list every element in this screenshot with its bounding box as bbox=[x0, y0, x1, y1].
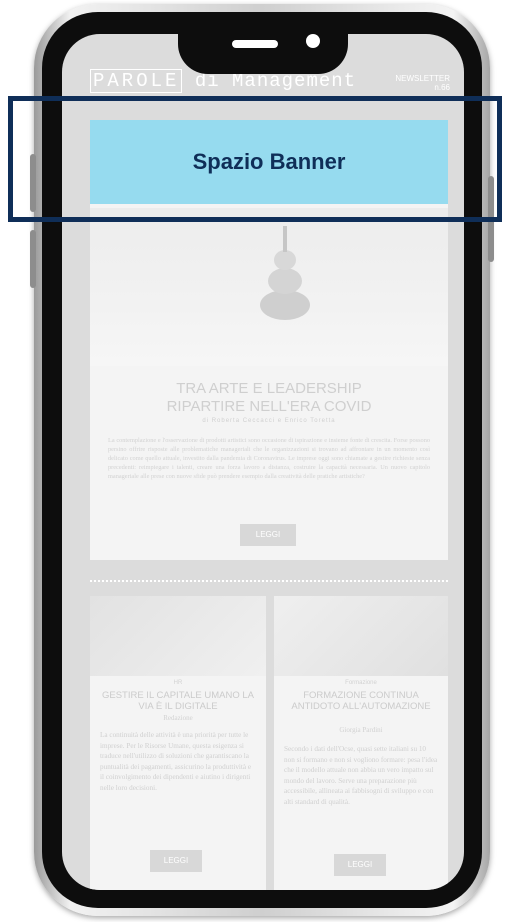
newsletter-label: NEWSLETTER bbox=[395, 74, 450, 83]
banner-highlight-frame bbox=[8, 96, 502, 222]
article-body: Secondo i dati dell'Ocse, quasi sette it… bbox=[284, 745, 438, 806]
article-tag: Formazione bbox=[345, 680, 377, 686]
article-body: La continuità delle attività è una prior… bbox=[100, 731, 252, 792]
logo-boxed-word: PAROLE bbox=[90, 69, 183, 93]
issue-number: n.66 bbox=[434, 83, 450, 92]
article-title-line1: TRA ARTE E LEADERSHIP bbox=[176, 380, 362, 397]
article-body: La contemplazione e l'osservazione di pr… bbox=[108, 437, 430, 480]
article-image bbox=[90, 208, 448, 366]
article-author: di Roberta Ceccacci e Enrico Toretta bbox=[202, 418, 336, 424]
article-card-formazione: Formazione FORMAZIONE CONTINUA ANTIDOTO … bbox=[274, 596, 448, 890]
article-image bbox=[274, 596, 448, 676]
article-image bbox=[90, 596, 266, 676]
article-author: Giorgia Pardini bbox=[339, 726, 383, 734]
speaker-icon bbox=[232, 40, 278, 48]
read-more-button[interactable]: LEGGI bbox=[240, 524, 296, 546]
article-title[interactable]: TRA ARTE E LEADERSHIP RIPARTIRE NELL'ERA… bbox=[90, 380, 448, 416]
read-more-button[interactable]: LEGGI bbox=[150, 850, 202, 872]
article-title[interactable]: FORMAZIONE CONTINUA ANTIDOTO ALL'AUTOMAZ… bbox=[278, 690, 444, 712]
article-card-hr: HR GESTIRE IL CAPITALE UMANO LA VIA È IL… bbox=[90, 596, 266, 890]
main-article-card: TRA ARTE E LEADERSHIP RIPARTIRE NELL'ERA… bbox=[90, 204, 448, 560]
section-divider bbox=[90, 580, 448, 582]
camera-icon bbox=[306, 34, 320, 48]
phone-side-button bbox=[30, 230, 36, 288]
article-tag: HR bbox=[173, 680, 183, 686]
article-author: Redazione bbox=[163, 714, 193, 722]
read-more-button[interactable]: LEGGI bbox=[334, 854, 386, 876]
newsletter-issue: NEWSLETTER n.66 bbox=[395, 74, 450, 92]
article-title-line2: RIPARTIRE NELL'ERA COVID bbox=[166, 398, 372, 415]
article-title[interactable]: GESTIRE IL CAPITALE UMANO LA VIA È IL DI… bbox=[94, 690, 262, 712]
